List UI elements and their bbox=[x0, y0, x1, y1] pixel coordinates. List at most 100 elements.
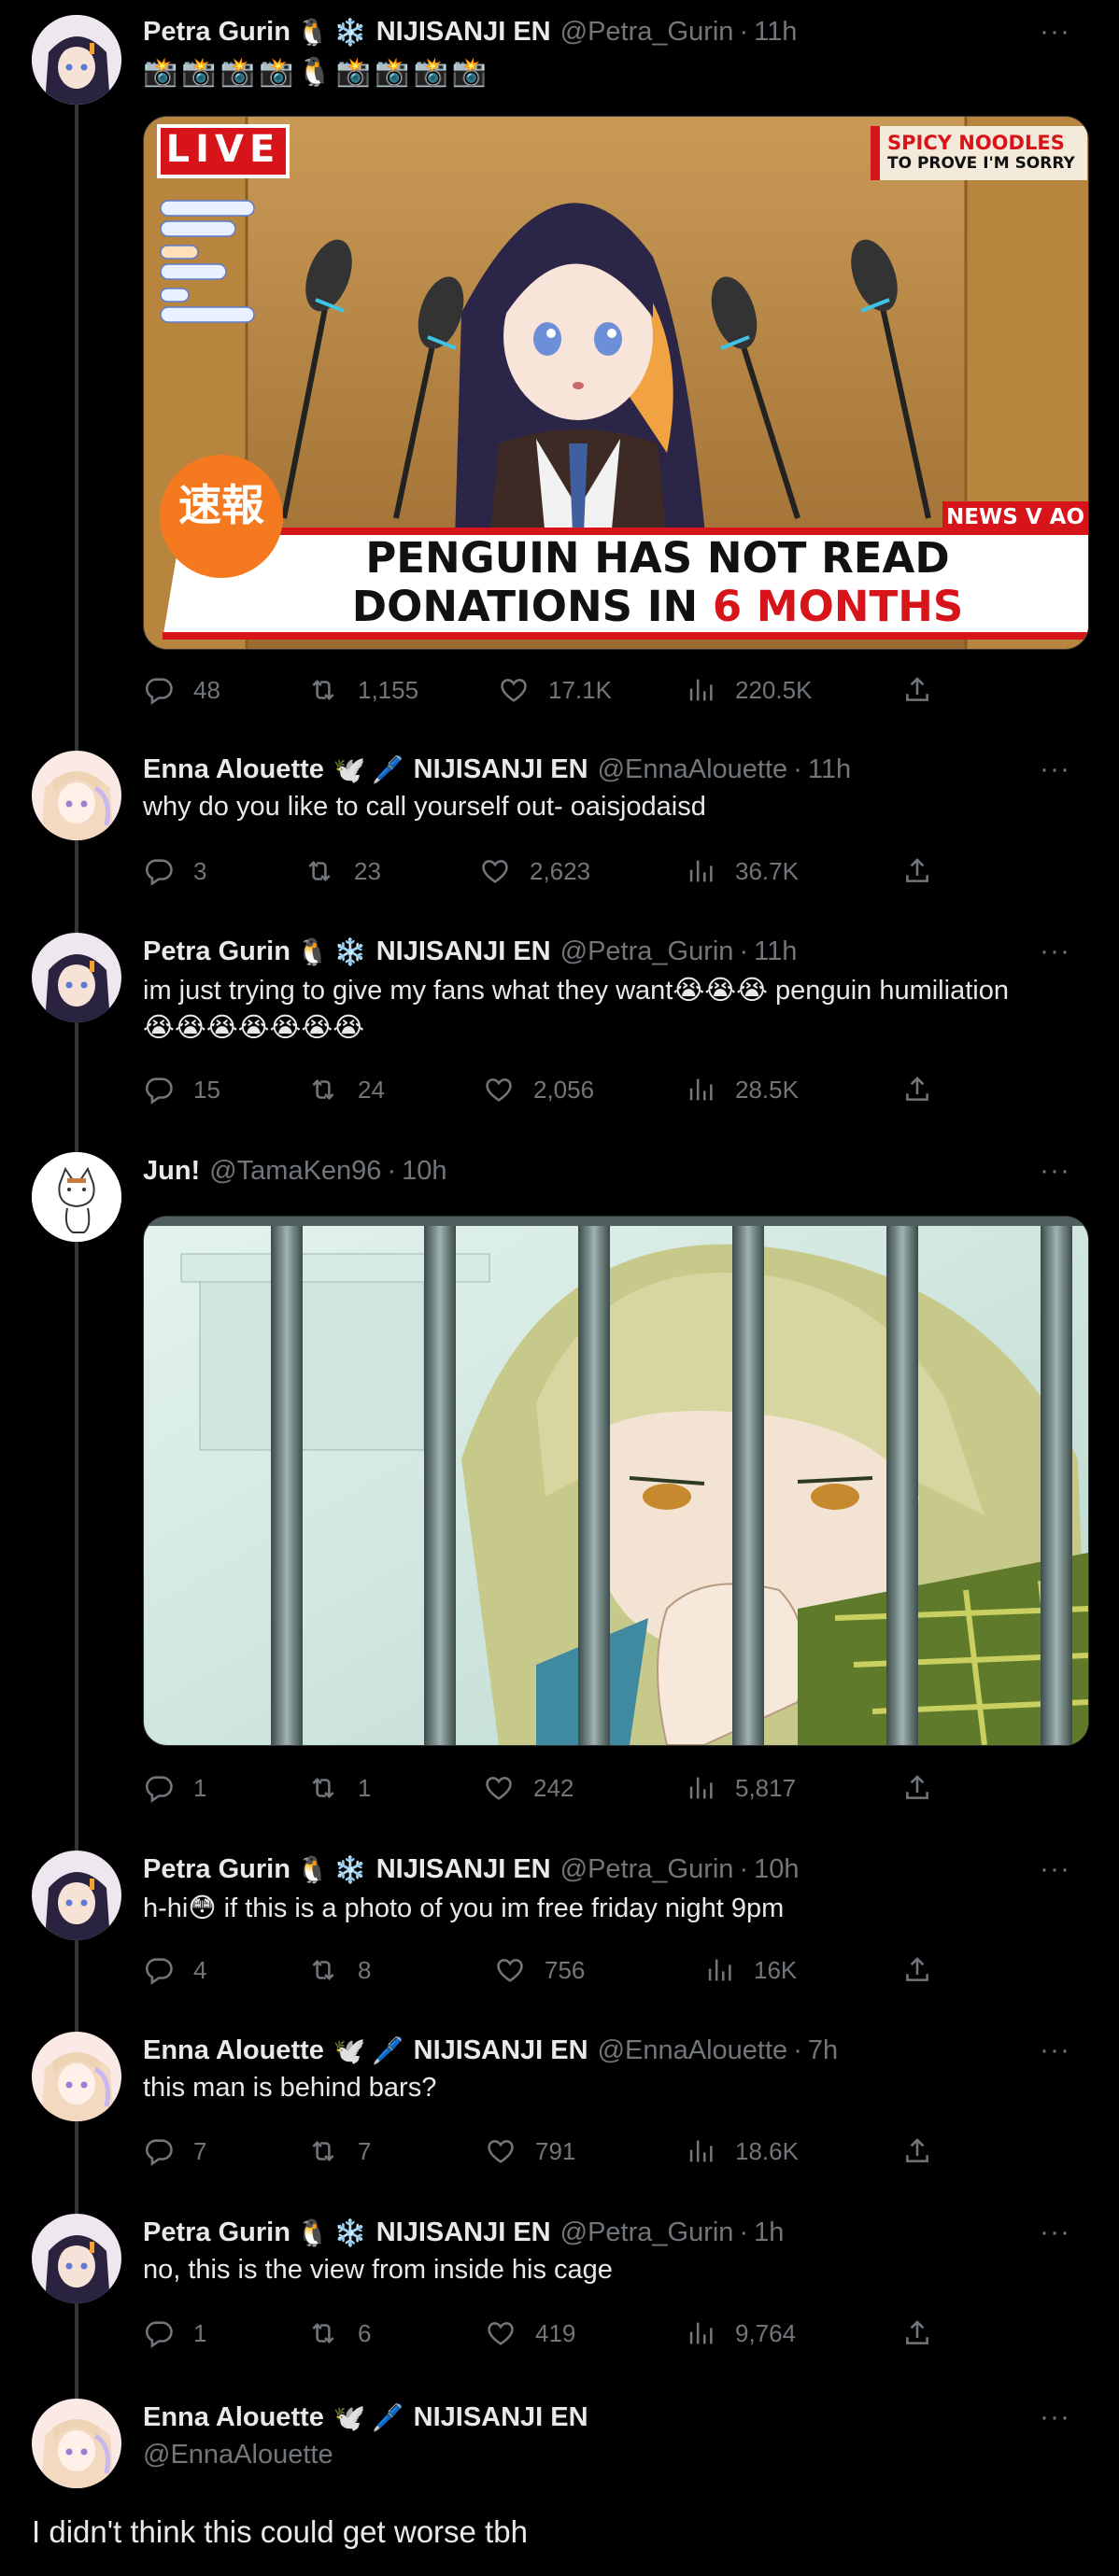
like-button[interactable]: 2,623 bbox=[479, 852, 590, 890]
retweet-button[interactable]: 7 bbox=[307, 2133, 371, 2170]
timestamp[interactable]: 1h bbox=[754, 2217, 784, 2248]
reply-button[interactable]: 4 bbox=[143, 1951, 206, 1989]
more-options-icon[interactable]: ··· bbox=[1040, 1152, 1070, 1189]
retweet-button[interactable]: 1 bbox=[307, 1769, 371, 1807]
reply-count: 7 bbox=[193, 2136, 207, 2165]
timestamp[interactable]: 10h bbox=[402, 1156, 446, 1187]
views-button[interactable]: 36.7K bbox=[685, 852, 799, 890]
timestamp[interactable]: 11h bbox=[754, 17, 797, 48]
author-handle[interactable]: @Petra_Gurin bbox=[560, 17, 734, 48]
separator-dot: · bbox=[739, 1853, 749, 1884]
more-options-icon[interactable]: ··· bbox=[1040, 1851, 1070, 1888]
more-options-icon[interactable]: ··· bbox=[1040, 933, 1070, 970]
author-handle[interactable]: @EnnaAlouette bbox=[598, 2035, 788, 2066]
more-options-icon[interactable]: ··· bbox=[1040, 751, 1070, 788]
more-options-icon[interactable]: ··· bbox=[1040, 2032, 1070, 2069]
share-icon bbox=[901, 1074, 933, 1105]
author-handle[interactable]: @Petra_Gurin bbox=[560, 936, 734, 967]
share-button[interactable] bbox=[901, 852, 952, 890]
focused-tweet[interactable]: Enna Alouette 🕊️ 🖊️ NIJISANJI EN @EnnaAl… bbox=[0, 2395, 1119, 2576]
share-icon bbox=[901, 674, 933, 706]
tweet[interactable]: Petra Gurin 🐧 ❄️ NIJISANJI EN @Petra_Gur… bbox=[0, 2210, 1119, 2378]
heart-icon bbox=[498, 674, 530, 706]
reply-button[interactable]: 7 bbox=[143, 2133, 206, 2170]
views-icon bbox=[685, 1074, 716, 1105]
like-count: 756 bbox=[545, 1955, 586, 1984]
author-name[interactable]: Jun! bbox=[143, 1156, 200, 1187]
views-button[interactable]: 28.5K bbox=[685, 1071, 799, 1108]
author-name[interactable]: Petra Gurin bbox=[143, 17, 290, 48]
reply-button[interactable]: 15 bbox=[143, 1071, 220, 1108]
like-button[interactable]: 242 bbox=[483, 1769, 574, 1807]
author-name[interactable]: Enna Alouette bbox=[143, 2035, 324, 2066]
share-button[interactable] bbox=[901, 2315, 952, 2352]
author-name[interactable]: Enna Alouette bbox=[143, 754, 324, 785]
tweet-image-news[interactable]: LIVE SPICY NOODLES TO PROVE I'M SORRY 速報… bbox=[143, 116, 1089, 650]
tweet[interactable]: Jun! @TamaKen96 · 10h ··· 1 1 242 5,817 bbox=[0, 1148, 1119, 1839]
tweet[interactable]: Enna Alouette 🕊️ 🖊️ NIJISANJI EN @EnnaAl… bbox=[0, 2028, 1119, 2196]
share-button[interactable] bbox=[901, 1951, 952, 1989]
share-icon bbox=[901, 855, 933, 887]
timestamp[interactable]: 10h bbox=[754, 1854, 799, 1885]
reply-button[interactable]: 1 bbox=[143, 1769, 206, 1807]
avatar-enna[interactable] bbox=[32, 2399, 121, 2488]
avatar-petra[interactable] bbox=[32, 15, 121, 105]
share-button[interactable] bbox=[901, 2133, 952, 2170]
share-button[interactable] bbox=[901, 671, 952, 709]
avatar-jun[interactable] bbox=[32, 1152, 121, 1242]
views-button[interactable]: 16K bbox=[703, 1951, 797, 1989]
avatar-enna[interactable] bbox=[32, 751, 121, 840]
reply-button[interactable]: 1 bbox=[143, 2315, 206, 2352]
views-button[interactable]: 5,817 bbox=[685, 1769, 796, 1807]
author-handle[interactable]: @Petra_Gurin bbox=[560, 2217, 734, 2248]
tweet-actions: 4 8 756 16K bbox=[143, 1951, 946, 1989]
timestamp[interactable]: 11h bbox=[808, 754, 851, 785]
reply-button[interactable]: 3 bbox=[143, 852, 206, 890]
retweet-button[interactable]: 6 bbox=[307, 2315, 371, 2352]
timestamp[interactable]: 7h bbox=[808, 2035, 838, 2066]
like-button[interactable]: 791 bbox=[485, 2133, 575, 2170]
tweet[interactable]: Petra Gurin 🐧 ❄️ NIJISANJI EN @Petra_Gur… bbox=[0, 0, 1119, 728]
retweet-button[interactable]: 24 bbox=[307, 1071, 385, 1108]
like-button[interactable]: 17.1K bbox=[498, 671, 612, 709]
retweet-button[interactable]: 23 bbox=[304, 852, 381, 890]
like-button[interactable]: 419 bbox=[485, 2315, 575, 2352]
avatar-petra[interactable] bbox=[32, 933, 121, 1022]
reply-button[interactable]: 48 bbox=[143, 671, 220, 709]
author-affiliation: NIJISANJI EN bbox=[375, 16, 551, 47]
reply-icon bbox=[143, 855, 175, 887]
author-name[interactable]: Petra Gurin bbox=[143, 1854, 290, 1885]
tweet[interactable]: Petra Gurin 🐧 ❄️ NIJISANJI EN @Petra_Gur… bbox=[0, 1847, 1119, 2015]
retweet-button[interactable]: 1,155 bbox=[307, 671, 418, 709]
retweet-button[interactable]: 8 bbox=[307, 1951, 371, 1989]
more-options-icon[interactable]: ··· bbox=[1040, 2399, 1070, 2436]
author-handle[interactable]: @EnnaAlouette bbox=[143, 2440, 333, 2470]
tweet[interactable]: Petra Gurin 🐧 ❄️ NIJISANJI EN @Petra_Gur… bbox=[0, 929, 1119, 1134]
share-button[interactable] bbox=[901, 1071, 952, 1108]
avatar-petra[interactable] bbox=[32, 1851, 121, 1940]
views-button[interactable]: 220.5K bbox=[685, 671, 812, 709]
reply-count: 1 bbox=[193, 1773, 207, 1802]
author-handle[interactable]: @Petra_Gurin bbox=[560, 1854, 734, 1885]
tweet[interactable]: Enna Alouette 🕊️ 🖊️ NIJISANJI EN @EnnaAl… bbox=[0, 747, 1119, 915]
author-handle[interactable]: @EnnaAlouette bbox=[598, 754, 788, 785]
share-button[interactable] bbox=[901, 1769, 952, 1807]
avatar-petra[interactable] bbox=[32, 2214, 121, 2303]
author-name[interactable]: Petra Gurin bbox=[143, 936, 290, 967]
author-name[interactable]: Enna Alouette bbox=[143, 2402, 324, 2433]
view-count: 36.7K bbox=[735, 856, 799, 885]
author-name[interactable]: Petra Gurin bbox=[143, 2217, 290, 2248]
tweet-image-jail[interactable] bbox=[143, 1216, 1089, 1746]
like-button[interactable]: 756 bbox=[494, 1951, 585, 1989]
avatar-enna[interactable] bbox=[32, 2032, 121, 2121]
more-options-icon[interactable]: ··· bbox=[1040, 2214, 1070, 2251]
author-handle[interactable]: @TamaKen96 bbox=[209, 1156, 381, 1187]
dove-emoji: 🕊️ bbox=[333, 2402, 366, 2432]
views-button[interactable]: 9,764 bbox=[685, 2315, 796, 2352]
separator-dot: · bbox=[793, 753, 802, 784]
more-options-icon[interactable]: ··· bbox=[1040, 13, 1070, 50]
like-button[interactable]: 2,056 bbox=[483, 1071, 594, 1108]
tweet-text: 📸📸📸📸🐧📸📸📸📸 bbox=[143, 57, 491, 88]
views-button[interactable]: 18.6K bbox=[685, 2133, 799, 2170]
timestamp[interactable]: 11h bbox=[754, 936, 797, 967]
